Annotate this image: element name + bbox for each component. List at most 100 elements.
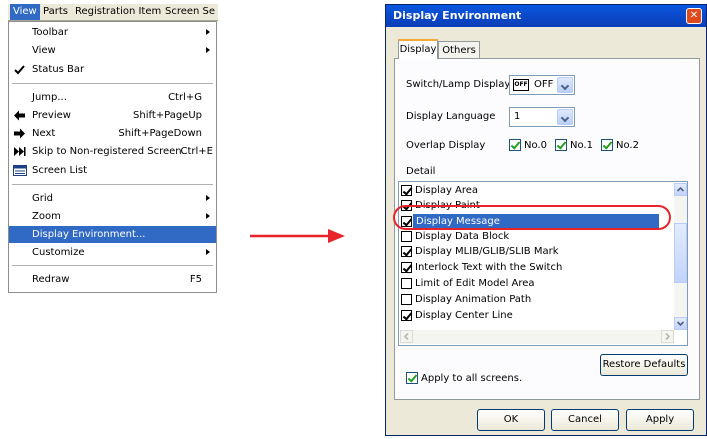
menu-item-redraw[interactable]: Redraw F5 (9, 271, 216, 288)
menu-item-label: Redraw (32, 274, 70, 285)
detail-checkbox[interactable] (401, 231, 412, 242)
menu-separator (12, 184, 213, 185)
chevron-down-icon[interactable] (557, 109, 573, 125)
menu-item-grid[interactable]: Grid (9, 190, 216, 207)
overlap-no0-checkbox[interactable] (509, 139, 521, 151)
menu-item-label: Screen List (32, 165, 88, 176)
submenu-arrow-icon (206, 249, 210, 255)
tab-display[interactable]: Display (398, 39, 438, 59)
overlap-no2-label: No.2 (616, 140, 639, 151)
check-icon (13, 63, 26, 76)
detail-checkbox[interactable] (401, 278, 412, 289)
shortcut-label: F5 (189, 274, 202, 285)
display-language-label: Display Language (406, 111, 496, 122)
display-environment-dialog: Display Environment ✕ Display Others Swi… (385, 4, 707, 436)
list-item-label: Display MLIB/GLIB/SLIB Mark (415, 246, 559, 257)
shortcut-label: Shift+PageUp (133, 110, 202, 121)
scroll-down-icon[interactable] (674, 317, 687, 330)
menu-registration-item[interactable]: Registration Item (72, 4, 164, 20)
menu-item-preview[interactable]: Preview Shift+PageUp (9, 107, 216, 124)
red-arrow-icon (250, 229, 345, 243)
list-item-label: Display Data Block (415, 231, 510, 242)
shortcut-label: Shift+PageDown (118, 128, 202, 139)
list-item-label: Display Center Line (415, 310, 513, 321)
scroll-right-icon[interactable] (661, 330, 674, 343)
scroll-left-icon[interactable] (400, 330, 413, 343)
detail-checkbox[interactable] (401, 262, 412, 273)
menu-separator (12, 83, 213, 84)
overlap-no2-checkbox[interactable] (601, 139, 613, 151)
skip-icon (13, 145, 26, 158)
menu-item-view[interactable]: View (9, 42, 216, 59)
dialog-title: Display Environment (393, 9, 522, 22)
scroll-thumb[interactable] (674, 223, 687, 283)
shortcut-label: Ctrl+E (180, 146, 214, 157)
view-dropdown-menu: Toolbar View Status Bar Jump... Ctrl+G P… (8, 21, 217, 293)
menu-item-toolbar[interactable]: Toolbar (9, 24, 216, 41)
submenu-arrow-icon (206, 29, 210, 35)
menu-screen-setup[interactable]: Screen Se (162, 4, 218, 20)
submenu-arrow-icon (206, 195, 210, 201)
menu-item-label: Next (32, 128, 56, 139)
horizontal-scrollbar[interactable] (400, 330, 674, 344)
dialog-title-bar[interactable]: Display Environment ✕ (386, 5, 706, 27)
overlap-display-label: Overlap Display (406, 140, 486, 151)
display-language-select[interactable]: 1 (509, 107, 575, 127)
list-item-label: Display Animation Path (415, 294, 532, 305)
close-icon[interactable]: ✕ (686, 8, 702, 24)
menu-item-jump[interactable]: Jump... Ctrl+G (9, 89, 216, 106)
overlap-no0-label: No.0 (524, 140, 547, 151)
list-item-label: Display Area (415, 185, 479, 196)
menu-item-screen-list[interactable]: Screen List (9, 162, 216, 179)
menu-item-label: Skip to Non-registered Screen (32, 146, 182, 157)
apply-all-checkbox[interactable] (406, 372, 418, 384)
shortcut-label: Ctrl+G (168, 92, 202, 103)
menu-item-label: Jump... (32, 92, 67, 103)
menu-item-skip-non-registered[interactable]: Skip to Non-registered Screen Ctrl+E (9, 143, 216, 160)
menu-separator (12, 265, 213, 266)
menu-item-label: Display Environment... (32, 229, 146, 240)
menu-item-label: Preview (32, 110, 71, 121)
switch-lamp-label: Switch/Lamp Display (406, 79, 511, 90)
overlap-no1-checkbox[interactable] (555, 139, 567, 151)
submenu-arrow-icon (206, 47, 210, 53)
detail-checkbox[interactable] (401, 294, 412, 305)
detail-checkbox[interactable] (401, 310, 412, 321)
switch-lamp-select[interactable]: OFF OFF (509, 75, 575, 95)
scroll-up-icon[interactable] (674, 183, 687, 196)
menu-parts[interactable]: Parts (40, 4, 71, 20)
cancel-button[interactable]: Cancel (551, 409, 619, 431)
display-language-value: 1 (514, 111, 521, 122)
apply-button[interactable]: Apply (626, 409, 694, 431)
menu-item-label: Toolbar (32, 27, 69, 38)
list-item-label: Limit of Edit Model Area (415, 278, 535, 289)
chevron-down-icon[interactable] (557, 77, 573, 93)
menu-view[interactable]: View (10, 4, 40, 20)
menu-item-status-bar[interactable]: Status Bar (9, 61, 216, 78)
tab-others[interactable]: Others (438, 41, 480, 59)
detail-checkbox[interactable] (401, 246, 412, 257)
menu-item-label: View (32, 45, 56, 56)
menu-item-customize[interactable]: Customize (9, 244, 216, 261)
lamp-off-icon: OFF (513, 79, 529, 91)
menu-item-next[interactable]: Next Shift+PageDown (9, 125, 216, 142)
right-arrow-icon (13, 127, 26, 140)
detail-label: Detail (406, 166, 436, 177)
ok-button[interactable]: OK (477, 409, 545, 431)
submenu-arrow-icon (206, 213, 210, 219)
menu-item-display-environment[interactable]: Display Environment... (9, 226, 216, 243)
menu-bar: View Parts Registration Item Screen Se (8, 4, 218, 21)
list-item-label: Interlock Text with the Switch (415, 262, 563, 273)
screen-list-icon (13, 164, 27, 177)
left-arrow-icon (13, 109, 26, 122)
menu-item-label: Zoom (32, 211, 61, 222)
restore-defaults-button[interactable]: Restore Defaults (600, 354, 688, 376)
apply-all-label: Apply to all screens. (421, 373, 523, 384)
menu-item-label: Status Bar (32, 64, 85, 75)
menu-item-zoom[interactable]: Zoom (9, 208, 216, 225)
switch-lamp-value: OFF (534, 79, 554, 90)
vertical-scrollbar[interactable] (674, 183, 687, 330)
menu-item-label: Customize (32, 247, 85, 258)
overlap-no1-label: No.1 (570, 140, 593, 151)
detail-checkbox[interactable] (401, 185, 412, 196)
